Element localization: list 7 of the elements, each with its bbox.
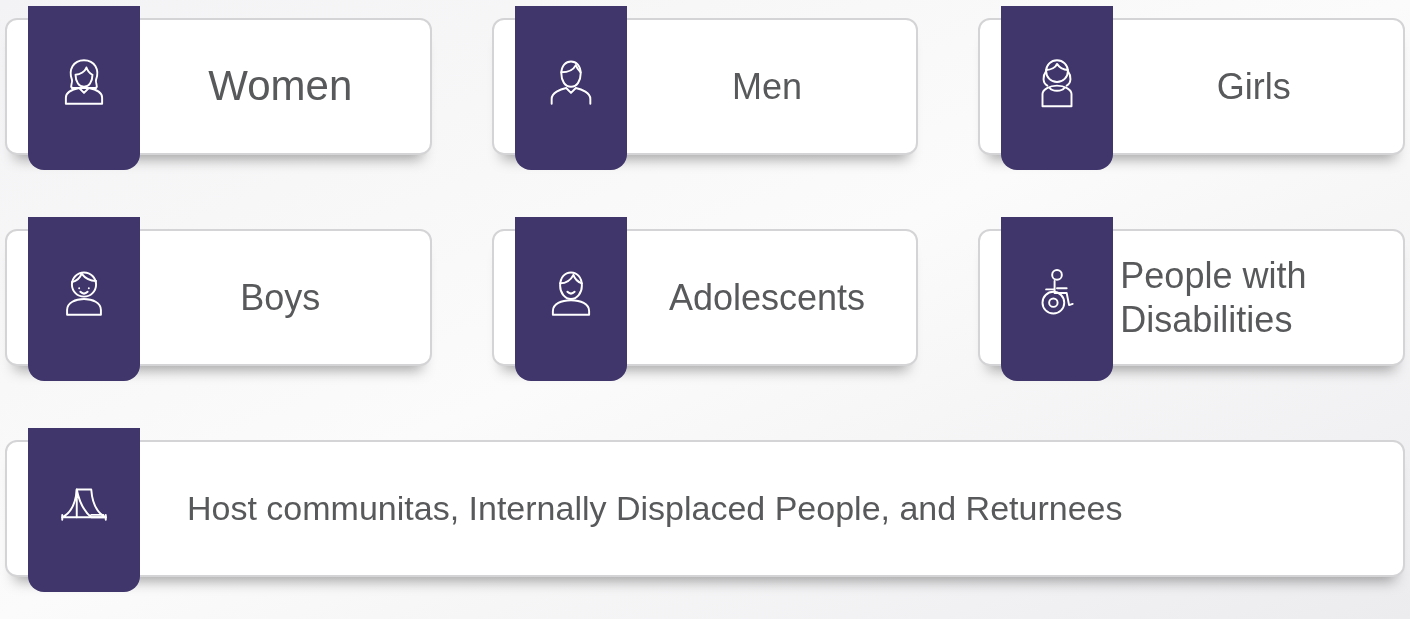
group-label: Boys — [240, 275, 321, 320]
group-label: Women — [208, 61, 353, 112]
group-label: Host communitas, Internally Displaced People, and Returnees — [187, 488, 1123, 529]
group-label: People with Disabilities — [1120, 254, 1308, 341]
group-label: Adolescents — [668, 275, 866, 320]
group-label: Girls — [1216, 64, 1291, 109]
group-label: Men — [731, 64, 802, 109]
